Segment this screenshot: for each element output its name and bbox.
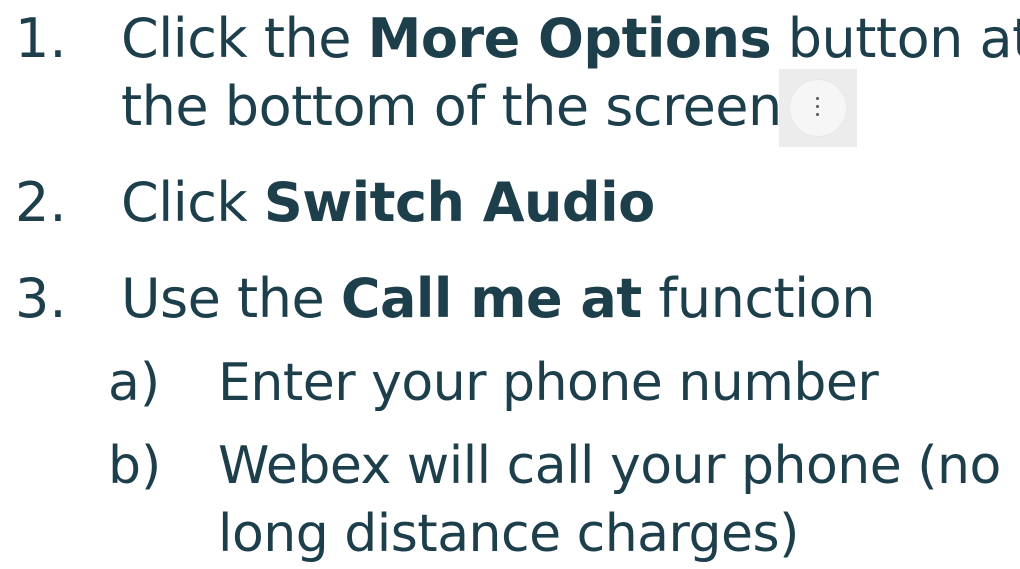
step-2-bold: Switch Audio (263, 171, 655, 234)
step-1-line2: the bottom of the screen (121, 75, 782, 138)
substep-b-line2: long distance charges) (218, 504, 799, 564)
more-vertical-icon (816, 97, 820, 117)
step-3-number: 3. (15, 267, 67, 330)
step-2-number: 2. (15, 171, 67, 234)
substep-b-marker: b) (108, 436, 162, 496)
step-1-text-before: Click the (121, 7, 368, 70)
step-3-text: Use the Call me at function (121, 272, 875, 326)
step-3-text-before: Use the (121, 267, 341, 330)
step-3-bold: Call me at (340, 267, 642, 330)
step-3-text-after: function (641, 267, 875, 330)
more-options-button-image (779, 69, 857, 147)
step-1-text: Click the More Options button at (121, 12, 1020, 66)
substep-b-text: Webex will call your phone (no (218, 436, 1001, 496)
step-2-text: Click Switch Audio (121, 176, 655, 230)
step-1-bold: More Options (367, 7, 772, 70)
substep-a-text: Enter your phone number (218, 353, 879, 413)
substep-a-marker: a) (108, 353, 161, 413)
step-1-number: 1. (15, 7, 67, 70)
step-1-text-after: button at (771, 7, 1020, 70)
step-2-text-before: Click (121, 171, 264, 234)
